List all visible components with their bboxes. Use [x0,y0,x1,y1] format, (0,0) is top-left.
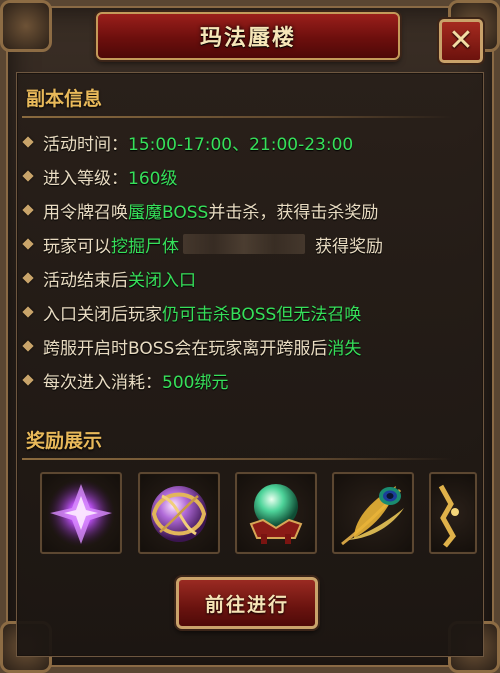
info-text: 玩家可以 [43,236,111,257]
info-text: 并击杀，获得击杀奖励 [208,202,379,223]
info-text: 入口关闭后玩家 [43,304,162,325]
info-text: 获得奖励 [315,236,383,257]
diamond-bullet-icon [22,204,34,216]
go-button-label: 前往进行 [204,593,289,616]
reward-slot[interactable] [40,472,122,554]
info-section-title: 副本信息 [26,88,103,110]
info-row-after-close: 入口关闭后玩家 仍可击杀BOSS但无法召唤 [22,298,362,326]
info-row-close: 活动结束后 关闭入口 [22,264,196,292]
info-row-time: 活动时间： 15:00-17:00、21:00-23:00 [22,128,354,156]
peacock-feather-icon [341,486,404,546]
divider [22,116,452,118]
info-value: 15:00-17:00、21:00-23:00 [128,134,354,155]
dialog-title: 玛法蜃楼 [199,26,296,51]
title-plate: 玛法蜃楼 [96,12,400,60]
purple-orb-icon [151,486,207,542]
close-icon: ✕ [448,23,474,58]
diamond-bullet-icon [22,272,34,284]
reward-slot-partial[interactable] [429,472,477,554]
info-label: 活动时间： [43,134,128,155]
info-text: 跨服开启时BOSS会在玩家离开跨服后 [43,338,328,359]
info-label: 进入等级： [43,168,128,189]
info-text: 活动结束后 [43,270,128,291]
info-value: 500绑元 [162,372,229,393]
info-label: 每次进入消耗： [43,372,162,393]
info-text: 用令牌召唤 [43,202,128,223]
info-row-level: 进入等级： 160级 [22,162,178,190]
close-button[interactable]: ✕ [439,19,483,63]
content-panel [16,72,484,657]
info-row-dig: 玩家可以 挖掘尸体 获得奖励 [22,230,383,258]
info-highlight: 蜃魔BOSS [128,202,209,223]
reward-slot[interactable] [332,472,414,554]
go-button[interactable]: 前往进行 [176,577,318,629]
reward-slot[interactable] [235,472,317,554]
info-row-cost: 每次进入消耗： 500绑元 [22,366,229,394]
reward-section-title: 奖励展示 [26,430,103,452]
info-highlight: 仍可击杀BOSS但无法召唤 [162,304,362,325]
diamond-bullet-icon [22,238,34,250]
divider [22,458,452,460]
reward-slot[interactable] [138,472,220,554]
green-pearl-icon [249,484,303,544]
info-highlight: 消失 [327,338,362,359]
purple-crystal-icon [47,479,115,547]
info-highlight: 挖掘尸体 [111,236,179,257]
diamond-bullet-icon [22,374,34,386]
golden-item-icon [438,484,459,548]
info-value: 160级 [128,168,178,189]
info-highlight: 关闭入口 [128,270,196,291]
diamond-bullet-icon [22,136,34,148]
diamond-bullet-icon [22,306,34,318]
info-row-cross-server: 跨服开启时BOSS会在玩家离开跨服后 消失 [22,332,362,360]
diamond-bullet-icon [22,170,34,182]
blurred-region [183,234,305,254]
corner-ornament [0,0,52,52]
diamond-bullet-icon [22,340,34,352]
info-row-summon: 用令牌召唤 蜃魔BOSS 并击杀，获得击杀奖励 [22,196,379,224]
